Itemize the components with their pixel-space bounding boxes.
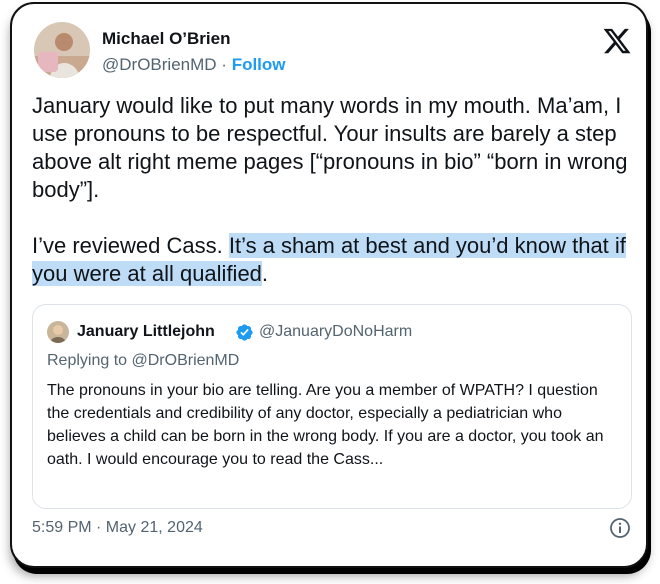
tweet-text-plain: I’ve reviewed Cass. (32, 233, 229, 258)
author-handle[interactable]: @DrOBrienMD (102, 55, 217, 74)
quoted-tweet[interactable]: January Littlejohn @JanuaryDoNoHarm Repl… (32, 304, 632, 509)
author-handle-row: @DrOBrienMD · Follow (102, 55, 286, 75)
quoted-tweet-text: The pronouns in your bio are telling. Ar… (47, 382, 604, 468)
tweet-paragraph-2: I’ve reviewed Cass. It’s a sham at best … (32, 232, 637, 288)
author-name[interactable]: Michael O’Brien (102, 29, 230, 49)
replying-to: Replying to @DrOBrienMD (47, 352, 240, 369)
tweet-card: Michael O’Brien @DrOBrienMD · Follow Jan… (10, 2, 648, 568)
follow-button[interactable]: Follow (232, 55, 286, 74)
x-logo-icon[interactable] (602, 26, 632, 56)
quoted-author-handle[interactable]: @JanuaryDoNoHarm (259, 323, 412, 341)
verified-badge-icon (235, 323, 254, 342)
quoted-author-name[interactable]: January Littlejohn (77, 323, 215, 341)
tweet-text: January would like to put many words in … (32, 92, 637, 288)
separator-dot: · (221, 55, 227, 74)
author-avatar[interactable] (34, 22, 90, 78)
info-icon[interactable] (609, 517, 631, 539)
tweet-text-end: . (261, 261, 269, 286)
tweet-paragraph-1: January would like to put many words in … (32, 93, 628, 202)
quoted-author-avatar[interactable] (47, 321, 69, 343)
tweet-timestamp[interactable]: 5:59 PM · May 21, 2024 (32, 519, 203, 537)
